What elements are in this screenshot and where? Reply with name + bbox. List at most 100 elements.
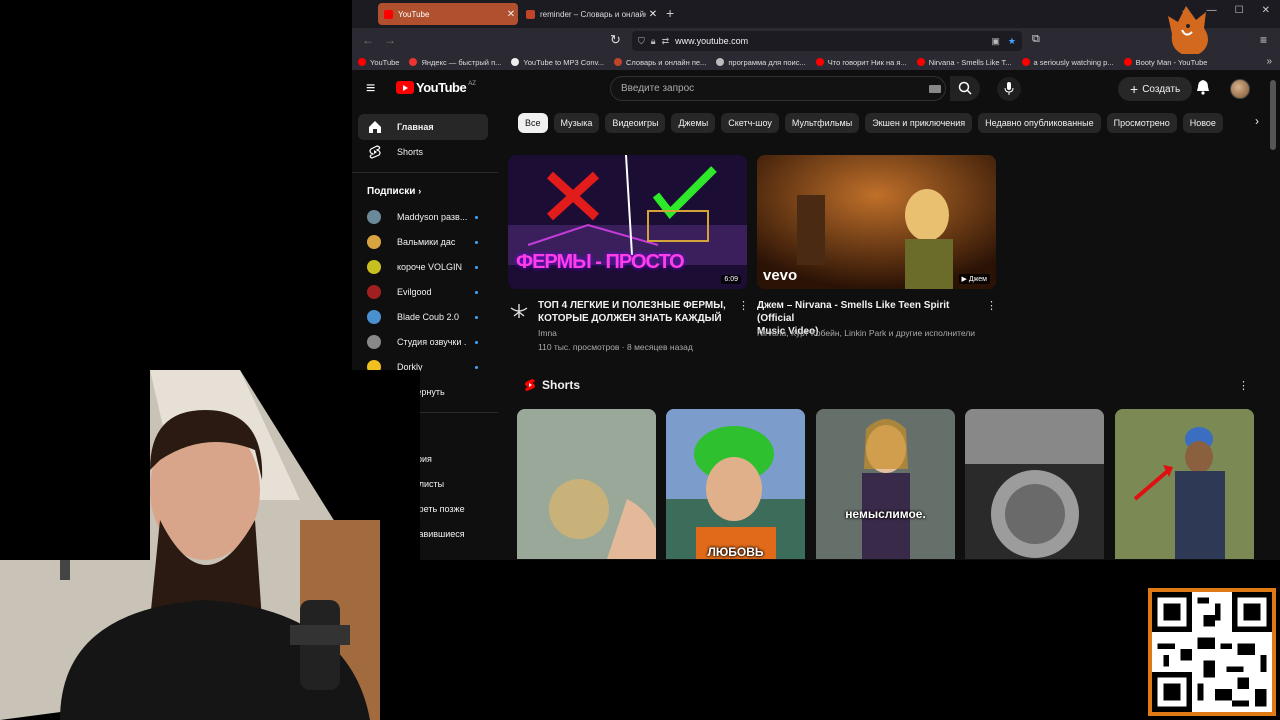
permissions-icon[interactable]: ⇄ (662, 36, 670, 47)
youtube-logo[interactable]: YouTube AZ (396, 80, 476, 95)
bookmark-item[interactable]: a seriously watching p... (1021, 58, 1114, 67)
sidebar-item-subscription[interactable]: Maddyson разв... (358, 204, 488, 230)
screen: { "browser": { "tabs": [ {"title": "YouT… (0, 0, 1280, 720)
channel-avatar-icon[interactable] (508, 302, 530, 320)
channel-name[interactable]: Imna (538, 328, 557, 338)
bookmark-item[interactable]: программа для поис... (716, 58, 806, 67)
tab-reminder[interactable]: reminder – Словарь и онлайн · ✕ (520, 3, 660, 25)
create-button[interactable]: + Создать (1118, 77, 1193, 101)
new-content-dot (475, 265, 478, 269)
close-tab-icon[interactable]: ✕ (504, 9, 518, 20)
sidebar-item-subscription[interactable]: Вальмики дас (358, 229, 488, 255)
short-thumbnail (1115, 409, 1254, 559)
sidebar-item-shorts[interactable]: Shorts (358, 139, 488, 165)
sidebar-item-subscription[interactable]: Студия озвучки ... (358, 329, 488, 355)
youtube-favicon-icon (1123, 58, 1132, 66)
maximize-icon[interactable]: ☐ (1235, 5, 1244, 16)
voice-search-button[interactable] (997, 77, 1021, 101)
bookmark-item[interactable]: Что говорит Ник на я... (815, 58, 907, 67)
close-tab-icon[interactable]: ✕ (646, 9, 660, 20)
notifications-bell-icon[interactable] (1196, 79, 1210, 95)
new-content-dot (475, 290, 478, 294)
chip[interactable]: Скетч-шоу (721, 113, 779, 133)
close-window-icon[interactable]: ✕ (1262, 5, 1270, 16)
navigation-bar: ← → ↻ ⛉ 🔒︎ ⇄ www.youtube.com ▣ ★ ⧉ ≡ (352, 28, 1280, 54)
channel-avatar (367, 235, 381, 249)
play-icon: ▶ (961, 276, 969, 283)
app-menu-icon[interactable]: ≡ (1260, 33, 1267, 47)
search-button[interactable] (950, 76, 980, 101)
chip[interactable]: Новое (1182, 113, 1223, 133)
chip[interactable]: Джемы (671, 113, 716, 133)
video-title[interactable]: ТОП 4 ЛЕГКИЕ И ПОЛЕЗНЫЕ ФЕРМЫ, КОТОРЫЕ Д… (538, 299, 728, 325)
search-input[interactable]: Введите запрос (610, 76, 946, 101)
bookmark-item[interactable]: Яндекс — быстрый п... (409, 58, 501, 67)
back-icon[interactable]: ← (362, 33, 374, 47)
sidebar-item-subscription[interactable]: короче VOLGIN (358, 254, 488, 280)
address-bar[interactable]: ⛉ 🔒︎ ⇄ www.youtube.com ▣ ★ (632, 31, 1022, 51)
chip[interactable]: Мультфильмы (784, 113, 860, 133)
reload-icon[interactable]: ↻ (610, 32, 621, 48)
short-thumbnail (666, 409, 805, 559)
chevron-right-icon[interactable]: › (1246, 114, 1268, 134)
short-card[interactable]: немыслимое. (816, 409, 955, 559)
create-label: Создать (1142, 83, 1181, 95)
chip-all[interactable]: Все (518, 113, 548, 133)
new-tab-button[interactable]: + (666, 5, 674, 21)
guide-menu-icon[interactable]: ≡ (366, 80, 375, 98)
chevron-right-icon: › (418, 186, 422, 196)
yandex-favicon-icon (409, 58, 418, 66)
tab-title: YouTube (398, 9, 430, 19)
chip[interactable]: Просмотрено (1106, 113, 1177, 133)
bookmark-star-icon[interactable]: ★ (1008, 36, 1016, 47)
forward-icon[interactable]: → (384, 33, 396, 47)
bookmark-item[interactable]: Booty Man - YouTube (1123, 58, 1207, 67)
extensions-icon[interactable]: ⧉ (1032, 33, 1040, 46)
keyboard-icon[interactable] (929, 85, 941, 93)
reader-view-icon[interactable]: ▣ (991, 36, 1000, 47)
bookmark-item[interactable]: Nirvana - Smells Like T... (916, 58, 1012, 67)
short-card[interactable] (1115, 409, 1254, 559)
mp3-favicon-icon (511, 58, 520, 66)
tab-title: reminder – Словарь и онлайн · (540, 9, 646, 19)
channel-name[interactable]: Nirvana, Курт Кобейн, Linkin Park и друг… (757, 328, 975, 338)
new-content-dot (475, 315, 478, 319)
sidebar-item-subscription[interactable]: Blade Coub 2.0 (358, 304, 488, 330)
more-actions-icon[interactable]: ⋮ (986, 299, 997, 312)
youtube-page: ≡ YouTube AZ Введите запрос + Создать Гл… (352, 70, 1280, 560)
bookmark-item[interactable]: YouTube to MP3 Conv... (511, 58, 604, 67)
short-thumbnail (816, 409, 955, 559)
subscriptions-header[interactable]: Подписки › (367, 186, 421, 197)
short-card[interactable]: ЛЮБОВЬ (666, 409, 805, 559)
scrollbar-thumb[interactable] (1270, 80, 1276, 150)
chip[interactable]: Недавно опубликованные (978, 113, 1101, 133)
microphone-icon (1004, 82, 1014, 95)
sidebar-item-subscription[interactable]: Evilgood (358, 279, 488, 305)
channel-avatar (367, 285, 381, 299)
bookmark-item[interactable]: YouTube (358, 58, 399, 67)
search-icon (958, 81, 972, 95)
more-bookmarks-icon[interactable]: » (1266, 56, 1272, 67)
shield-icon[interactable]: ⛉ (638, 36, 645, 47)
shelf-more-icon[interactable]: ⋮ (1238, 379, 1249, 392)
short-thumbnail (517, 409, 656, 559)
video-thumbnail[interactable]: vevo ▶ Джем (757, 155, 996, 289)
sidebar-item-home[interactable]: Главная (358, 114, 488, 140)
chip[interactable]: Экшен и приключения (865, 113, 973, 133)
vevo-logo: vevo (763, 267, 798, 284)
chip[interactable]: Музыка (553, 113, 600, 133)
channel-avatar (367, 260, 381, 274)
webcam-image (0, 370, 420, 720)
bookmarks-toolbar: YouTube Яндекс — быстрый п... YouTube to… (352, 54, 1280, 70)
bookmark-item[interactable]: Словарь и онлайн пе... (614, 58, 706, 67)
youtube-favicon-icon (916, 58, 925, 66)
logo-wordmark: YouTube (416, 80, 467, 95)
tab-youtube[interactable]: YouTube ✕ (378, 3, 518, 25)
more-actions-icon[interactable]: ⋮ (738, 299, 749, 312)
short-card[interactable] (965, 409, 1104, 559)
video-thumbnail[interactable]: ФЕРМЫ - ПРОСТО 6:09 (508, 155, 747, 289)
account-avatar[interactable] (1230, 79, 1250, 99)
short-card[interactable] (517, 409, 656, 559)
chip[interactable]: Видеоигры (605, 113, 666, 133)
lock-icon[interactable]: 🔒︎ (651, 36, 656, 47)
